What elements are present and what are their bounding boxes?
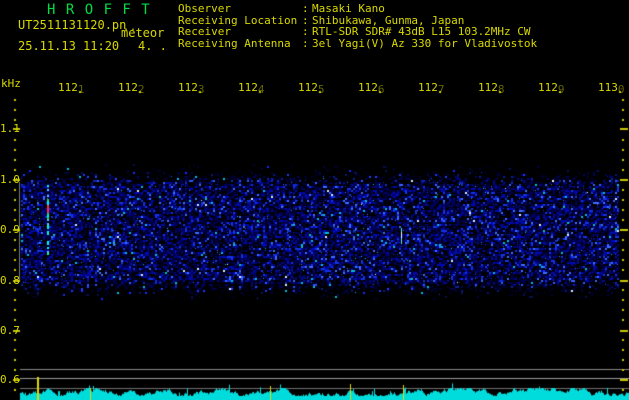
metadata-row: Observer: Masaki Kano — [178, 3, 537, 15]
x-axis-tick-label: 1127 — [418, 81, 445, 96]
y-axis-tick-label: 1.1 — [0, 122, 20, 135]
x-axis-tick-label: 1123 — [178, 81, 205, 96]
station-metadata: Observer: Masaki Kano Receiving Location: S… — [178, 3, 537, 49]
metadata-label: Observer — [178, 2, 231, 15]
x-axis-tick-label: 1121 — [58, 81, 85, 96]
metadata-label: Receiving Antenna — [178, 36, 291, 50]
hrofft-window: H R O F F T UT2511131120.pn .. meteor 25… — [0, 0, 629, 400]
x-axis-tick-label: 1122 — [118, 81, 145, 96]
x-axis-tick-label: 1128 — [478, 81, 505, 96]
y-axis-tick-label: 0.9 — [0, 223, 20, 236]
datetime-label: 25.11.13 11:20 — [18, 39, 120, 53]
y-axis-unit-label: kHz — [1, 77, 21, 90]
y-axis-tick-label: 0.7 — [0, 324, 20, 337]
metadata-colon: : — [302, 36, 309, 50]
mode-label: meteor — [121, 26, 165, 40]
metadata-value: Masaki Kano — [312, 2, 385, 15]
spectrogram-canvas — [0, 0, 629, 400]
metadata-value: 3el Yagi(V) Az 330 for Vladivostok — [312, 36, 538, 50]
x-axis-tick-label: 1130 — [598, 81, 625, 96]
app-title: H R O F F T — [47, 2, 151, 18]
capture-filename: UT2511131120.pn — [18, 18, 127, 32]
metadata-colon: : — [302, 2, 309, 15]
y-axis-tick-label: 0.8 — [0, 274, 20, 287]
y-axis-tick-label: 0.6 — [0, 373, 20, 386]
x-axis-tick-label: 1129 — [538, 81, 565, 96]
y-axis-tick-label: 1.0 — [0, 173, 20, 186]
metadata-row: Receiving Antenna:3el Yagi(V) Az 330 for… — [178, 38, 537, 50]
x-axis-tick-label: 1126 — [358, 81, 385, 96]
x-axis-tick-label: 1124 — [238, 81, 265, 96]
counter-label: 4. . — [138, 39, 167, 53]
x-axis-tick-label: 1125 — [298, 81, 325, 96]
